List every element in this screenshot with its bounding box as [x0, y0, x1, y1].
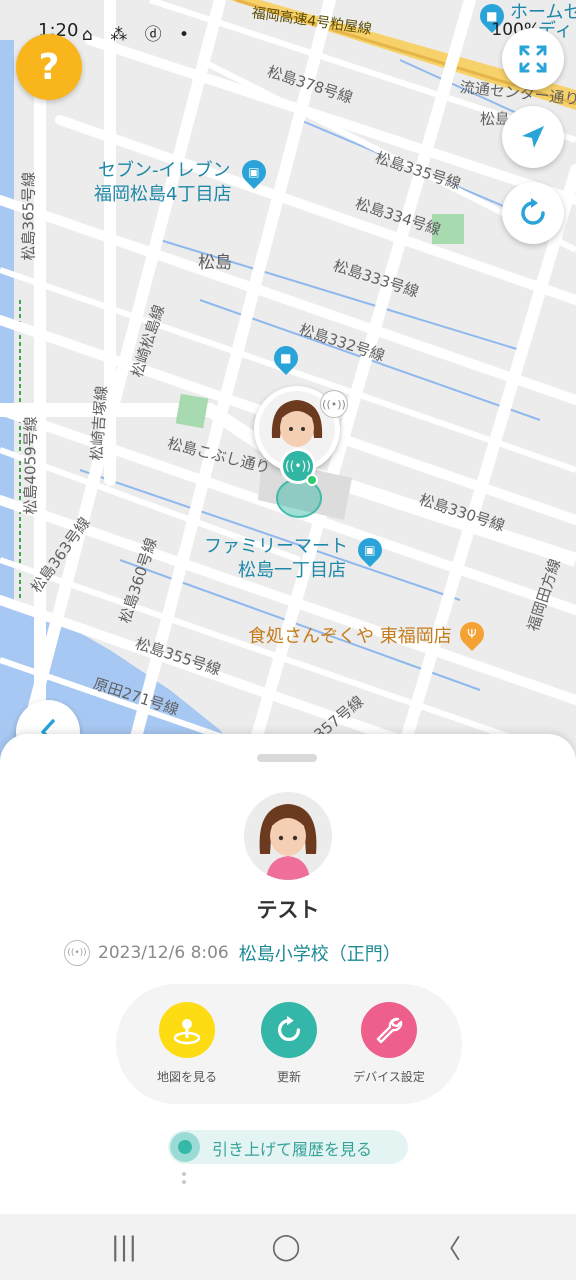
last-seen-place[interactable]: 松島小学校（正門） [239, 940, 401, 966]
refresh-label: 更新 [276, 1070, 301, 1084]
help-button[interactable]: ? [16, 34, 82, 100]
refresh-map-button[interactable] [502, 182, 564, 244]
wrench-icon [361, 1002, 417, 1058]
street-label: 松島365号線 [19, 171, 38, 261]
device-settings-button[interactable]: デバイス設定 [344, 1002, 434, 1085]
poi-seven-eleven-branch[interactable]: 福岡松島4丁目店 [94, 184, 231, 206]
navigation-arrow-icon [522, 126, 544, 148]
child-detail-sheet[interactable]: テスト ((•)) 2023/12/6 8:06 松島小学校（正門） 地図を見る [0, 734, 576, 1214]
refresh-icon [521, 198, 545, 225]
timeline-dot [182, 1172, 186, 1176]
recent-apps-button[interactable]: ||| [104, 1232, 144, 1262]
area-name-label: 松島 [198, 253, 232, 273]
expand-icon [519, 45, 547, 73]
system-navigation-bar: ||| ◯ 〈 [0, 1214, 576, 1280]
poi-familymart-branch[interactable]: 松島一丁目店 [238, 560, 346, 582]
system-back-button[interactable]: 〈 [428, 1232, 468, 1265]
action-panel: 地図を見る 更新 デバイス設定 [116, 984, 462, 1104]
map-view[interactable]: 福岡高速4号粕屋線 松島378号線 松島335号線 松島334号線 松島333号… [0, 0, 576, 760]
my-location-button[interactable] [502, 106, 564, 168]
device-settings-label: デバイス設定 [353, 1070, 425, 1084]
notification-icons: ⌂ ⁂ ⓓ • [82, 25, 196, 45]
poi-restaurant-name[interactable]: 食処さんぞくや 東福岡店 [248, 626, 452, 648]
history-pull-up-hint[interactable]: 引き上げて履歴を見る [168, 1130, 408, 1164]
refresh-button[interactable]: 更新 [244, 1002, 334, 1085]
timeline-dot [182, 1180, 186, 1184]
street-label: 松島4059号線 [21, 416, 40, 515]
child-avatar-icon [244, 792, 332, 880]
view-map-label: 地図を見る [156, 1070, 217, 1084]
history-timeline-icon [170, 1132, 200, 1162]
view-map-button[interactable]: 地図を見る [142, 1002, 232, 1085]
beacon-signal-icon: ((•)) [64, 940, 90, 966]
status-bar: 1:20 ⌂ ⁂ ⓓ • 100% [0, 0, 576, 62]
fullscreen-button[interactable] [502, 28, 564, 90]
map-pin-icon [159, 1002, 215, 1058]
child-avatar [244, 792, 332, 880]
poi-familymart-name[interactable]: ファミリーマート [204, 536, 348, 558]
history-hint-label: 引き上げて履歴を見る [212, 1140, 373, 1159]
refresh-icon [261, 1002, 317, 1058]
last-location-info: ((•)) 2023/12/6 8:06 松島小学校（正門） [64, 938, 401, 968]
last-seen-datetime: 2023/12/6 8:06 [98, 943, 229, 963]
home-button[interactable]: ◯ [266, 1232, 306, 1262]
beacon-signal-badge-icon: ((•)) [320, 390, 348, 418]
sheet-drag-handle[interactable] [257, 754, 317, 762]
online-status-dot [306, 474, 318, 486]
child-name: テスト [256, 898, 320, 922]
poi-seven-eleven-name[interactable]: セブン-イレブン [98, 160, 231, 182]
